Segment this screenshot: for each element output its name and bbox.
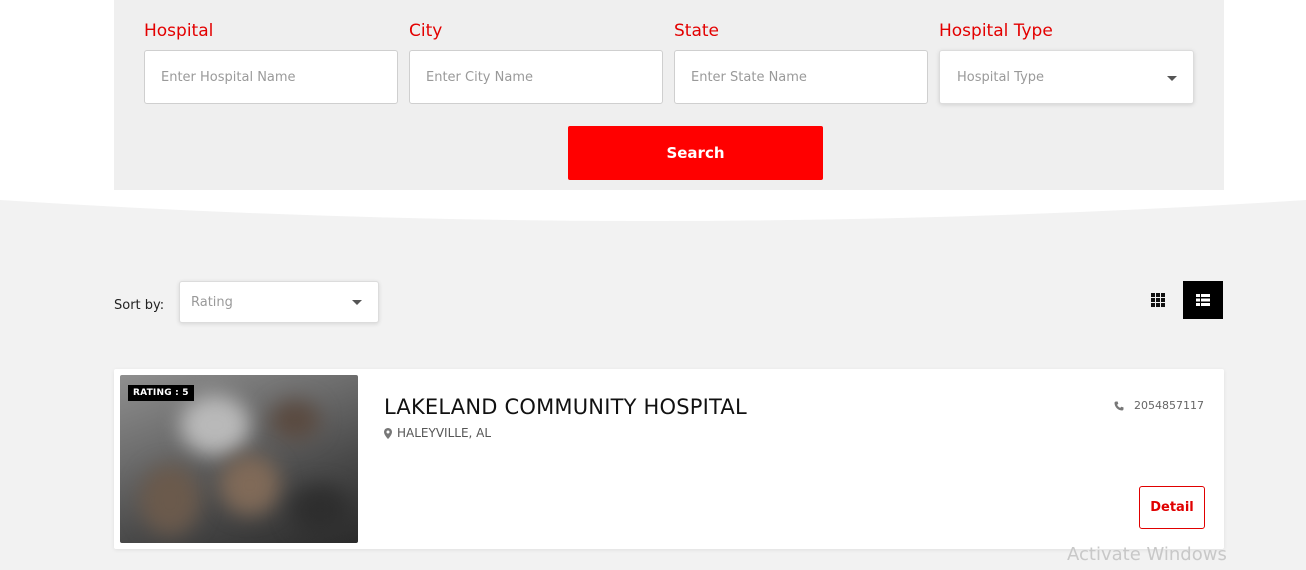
section-curve [0, 190, 1306, 221]
chevron-down-icon [352, 300, 362, 305]
hospital-location: HALEYVILLE, AL [384, 426, 491, 440]
hospital-type-selected-value: Hospital Type [957, 69, 1045, 85]
city-name-input[interactable] [409, 50, 663, 104]
hospital-type-label: Hospital Type [939, 21, 1053, 41]
phone-icon [1114, 401, 1124, 410]
chevron-down-icon [1167, 76, 1177, 81]
hospital-result-card: RATING : 5 LAKELAND COMMUNITY HOSPITAL H… [114, 369, 1224, 549]
location-text: HALEYVILLE, AL [397, 426, 492, 440]
grid-view-icon[interactable] [1148, 290, 1168, 310]
hospital-name-input[interactable] [144, 50, 398, 104]
hospital-image: RATING : 5 [120, 375, 358, 543]
state-label: State [674, 21, 719, 41]
search-panel: Hospital City State Hospital Type Hospit… [114, 0, 1224, 190]
search-button[interactable]: Search [568, 126, 823, 180]
phone-number: 2054857117 [1134, 399, 1204, 412]
sort-by-label: Sort by: [114, 298, 165, 313]
detail-button[interactable]: Detail [1139, 486, 1205, 529]
hospital-name[interactable]: LAKELAND COMMUNITY HOSPITAL [384, 395, 747, 419]
hospital-label: Hospital [144, 21, 214, 41]
hospital-phone: 2054857117 [1114, 399, 1204, 412]
rating-badge: RATING : 5 [128, 385, 194, 401]
sort-selected-value: Rating [191, 294, 233, 310]
sort-select[interactable]: Rating [179, 281, 379, 323]
activate-windows-watermark: Activate Windows [1067, 544, 1227, 565]
state-name-input[interactable] [674, 50, 928, 104]
map-pin-icon [384, 427, 392, 439]
list-view-button[interactable] [1183, 281, 1223, 319]
city-label: City [409, 21, 443, 41]
hospital-type-select[interactable]: Hospital Type [939, 50, 1194, 104]
list-view-icon [1196, 294, 1210, 306]
